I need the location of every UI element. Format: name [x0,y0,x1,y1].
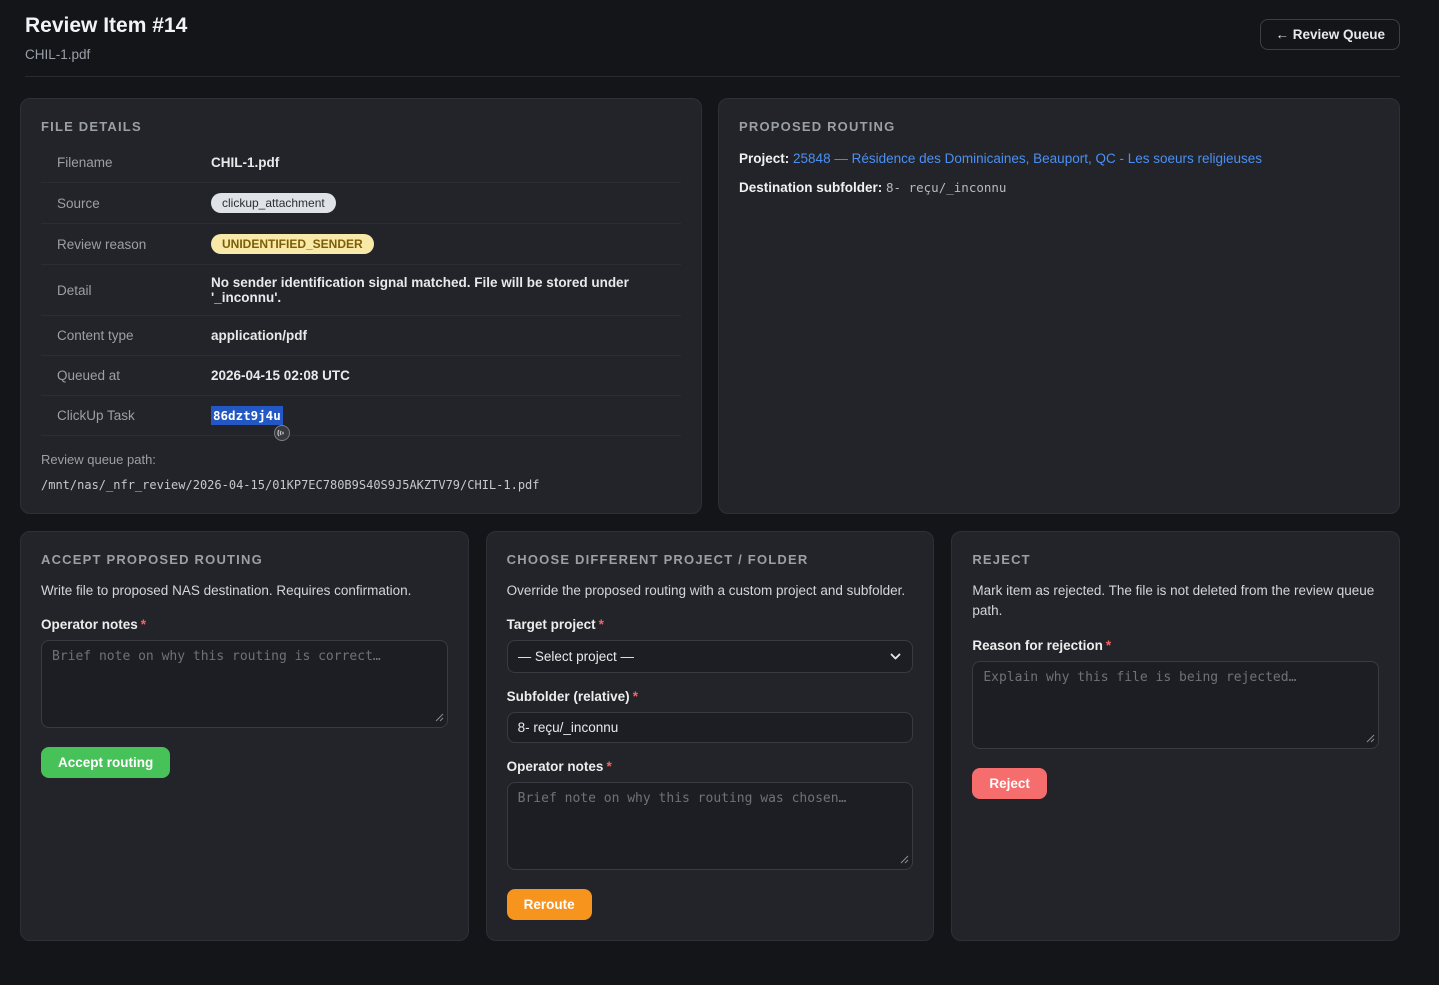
subfolder-label: Subfolder (relative)* [507,689,914,704]
reroute-notes-textarea[interactable] [507,782,914,870]
bottom-grid: ACCEPT PROPOSED ROUTING Write file to pr… [20,531,1400,941]
page-header-text: Review Item #14 CHIL-1.pdf [25,14,187,62]
top-grid: FILE DETAILS Filename CHIL-1.pdf Source … [20,98,1400,514]
destination-subfolder-value: 8- reçu/_inconnu [886,180,1006,195]
table-row: Content type application/pdf [41,316,681,356]
rejection-reason-textarea[interactable] [972,661,1379,749]
proposed-routing-card: PROPOSED ROUTING Project: 25848 — Réside… [718,98,1400,514]
table-row: Queued at 2026-04-15 02:08 UTC [41,356,681,396]
source-badge: clickup_attachment [211,193,336,213]
file-details-rows: Filename CHIL-1.pdf Source clickup_attac… [41,143,681,436]
content-type-label: Content type [57,328,211,343]
reroute-notes-label: Operator notes* [507,759,914,774]
reject-button[interactable]: Reject [972,768,1047,799]
reroute-notes-field-wrap [507,782,914,873]
target-project-select-wrap: — Select project — [507,640,914,673]
queue-path-value: /mnt/nas/_nfr_review/2026-04-15/01KP7EC7… [41,478,681,492]
reject-description: Mark item as rejected. The file is not d… [972,581,1379,622]
clickup-task-value: 86dzt9j4u [211,408,283,423]
accept-notes-field-wrap [41,640,448,731]
required-asterisk: * [599,617,604,632]
reroute-title: CHOOSE DIFFERENT PROJECT / FOLDER [507,552,914,567]
routing-destination-line: Destination subfolder: 8- reçu/_inconnu [739,178,1379,198]
review-reason-badge: UNIDENTIFIED_SENDER [211,234,374,254]
target-project-select[interactable]: — Select project — [507,640,914,673]
detail-value: No sender identification signal matched.… [211,275,681,305]
table-row: Detail No sender identification signal m… [41,265,681,316]
resize-handle[interactable] [1366,731,1375,746]
accept-routing-description: Write file to proposed NAS destination. … [41,581,448,601]
filename-value: CHIL-1.pdf [211,155,279,170]
header-divider [25,76,1400,77]
project-label: Project: [739,151,789,166]
reroute-button[interactable]: Reroute [507,889,592,920]
review-queue-back-button[interactable]: ← Review Queue [1260,19,1400,50]
cursor-icon [273,424,291,445]
subfolder-field-wrap [507,712,914,743]
source-value: clickup_attachment [211,193,336,213]
resize-handle[interactable] [900,852,909,867]
reject-card: REJECT Mark item as rejected. The file i… [951,531,1400,941]
table-row: Source clickup_attachment [41,183,681,224]
table-row: Review reason UNIDENTIFIED_SENDER [41,224,681,265]
reject-title: REJECT [972,552,1379,567]
table-row: Filename CHIL-1.pdf [41,143,681,183]
accept-notes-textarea[interactable] [41,640,448,728]
rejection-reason-field-wrap [972,661,1379,752]
destination-subfolder-label: Destination subfolder: [739,180,882,195]
clickup-task-label: ClickUp Task [57,408,211,423]
clickup-task-link[interactable]: 86dzt9j4u [211,406,283,425]
accept-routing-title: ACCEPT PROPOSED ROUTING [41,552,448,567]
file-details-card: FILE DETAILS Filename CHIL-1.pdf Source … [20,98,702,514]
rejection-reason-label: Reason for rejection* [972,638,1379,653]
accept-notes-label: Operator notes* [41,617,448,632]
review-reason-label: Review reason [57,237,211,252]
routing-project-line: Project: 25848 — Résidence des Dominicai… [739,149,1379,169]
page-subtitle: CHIL-1.pdf [25,47,187,62]
accept-routing-button[interactable]: Accept routing [41,747,170,778]
content-type-value: application/pdf [211,328,307,343]
page-header: Review Item #14 CHIL-1.pdf ← Review Queu… [20,14,1400,62]
required-asterisk: * [633,689,638,704]
detail-label: Detail [57,283,211,298]
table-row: ClickUp Task 86dzt9j4u [41,396,681,436]
filename-label: Filename [57,155,211,170]
required-asterisk: * [606,759,611,774]
page-title: Review Item #14 [25,14,187,38]
accept-routing-card: ACCEPT PROPOSED ROUTING Write file to pr… [20,531,469,941]
queued-at-label: Queued at [57,368,211,383]
queue-path-block: Review queue path: /mnt/nas/_nfr_review/… [41,452,681,492]
file-details-title: FILE DETAILS [41,119,681,134]
queued-at-value: 2026-04-15 02:08 UTC [211,368,350,383]
project-link[interactable]: 25848 — Résidence des Dominicaines, Beau… [793,151,1262,166]
subfolder-input[interactable] [507,712,914,743]
reroute-description: Override the proposed routing with a cus… [507,581,914,601]
target-project-label: Target project* [507,617,914,632]
reroute-card: CHOOSE DIFFERENT PROJECT / FOLDER Overri… [486,531,935,941]
proposed-routing-title: PROPOSED ROUTING [739,119,1379,134]
required-asterisk: * [1106,638,1111,653]
review-reason-value: UNIDENTIFIED_SENDER [211,234,374,254]
source-label: Source [57,196,211,211]
resize-handle[interactable] [435,710,444,725]
queue-path-label: Review queue path: [41,452,681,467]
required-asterisk: * [141,617,146,632]
